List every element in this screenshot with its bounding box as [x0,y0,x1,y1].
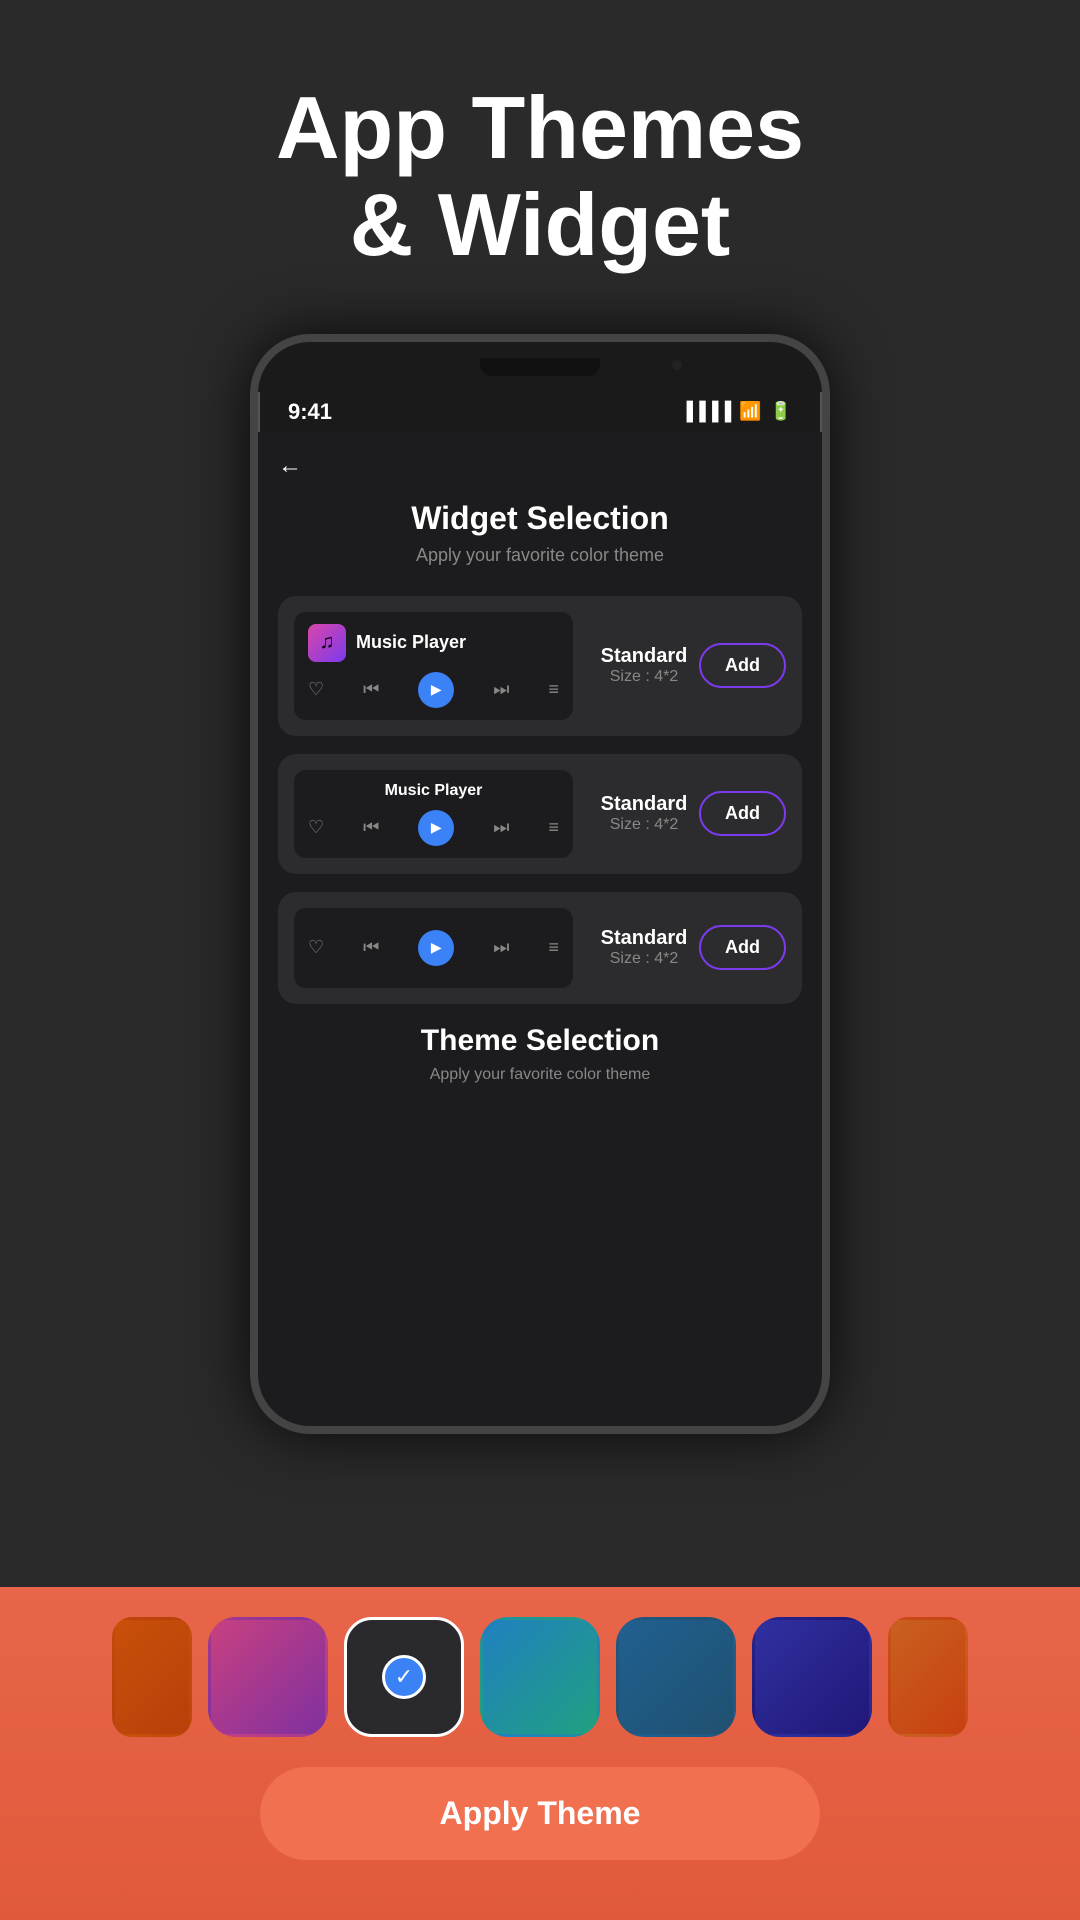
next-icon[interactable]: ⏭ [493,679,509,700]
wifi-icon: 📶 [739,401,761,422]
widget-card-1: ♫ Music Player ♡ ⏮ ▶ ⏭ ≡ Standard Size :… [278,596,802,736]
theme-swatch-5[interactable] [616,1617,736,1737]
widget-1-size-label: Size : 4*2 [589,668,699,686]
theme-swatch-2[interactable] [208,1617,328,1737]
widget-card-2: Music Player ♡ ⏮ ▶ ⏭ ≡ Standard Size : 4… [278,754,802,874]
phone-screen-content: ← Widget Selection Apply your favorite c… [258,432,822,1426]
phone-frame: 9:41 ▐▐▐▐ 📶 🔋 ← Widget Selection Apply y… [250,334,830,1434]
widget-2-title: Music Player [308,782,559,800]
status-bar: 9:41 ▐▐▐▐ 📶 🔋 [258,392,822,432]
queue-icon-2[interactable]: ≡ [548,817,559,838]
theme-swatch-6[interactable] [752,1617,872,1737]
widget-2-info: Standard Size : 4*2 [589,793,699,834]
next-icon-3[interactable]: ⏭ [493,937,509,958]
back-button[interactable]: ← [278,452,318,480]
widget-1-info: Standard Size : 4*2 [589,645,699,686]
widget-preview-3: ♡ ⏮ ▶ ⏭ ≡ [294,908,573,988]
theme-title: Theme Selection [278,1024,802,1058]
widget-preview-2: Music Player ♡ ⏮ ▶ ⏭ ≡ [294,770,573,858]
theme-swatches: ✓ [20,1617,1060,1737]
theme-swatch-4[interactable] [480,1617,600,1737]
widget-top-row-1: ♫ Music Player [308,624,559,662]
widget-1-size-name: Standard [589,645,699,668]
phone-notch [258,342,822,392]
add-widget-3-button[interactable]: Add [699,925,786,970]
queue-icon-3[interactable]: ≡ [548,937,559,958]
header-section: App Themes & Widget [0,0,1080,314]
volume-down-button [250,672,254,752]
theme-section-title: Theme Selection [278,1024,802,1058]
next-icon-2[interactable]: ⏭ [493,817,509,838]
widget-3-size-label: Size : 4*2 [589,950,699,968]
widget-3-size-name: Standard [589,927,699,950]
heart-icon-2[interactable]: ♡ [308,817,324,838]
widget-3-info: Standard Size : 4*2 [589,927,699,968]
status-time: 9:41 [288,399,332,425]
page-title: Widget Selection [278,500,802,537]
prev-icon[interactable]: ⏮ [363,679,379,700]
swatch-selected-check: ✓ [382,1655,426,1699]
theme-swatch-3[interactable]: ✓ [344,1617,464,1737]
play-button-3[interactable]: ▶ [418,930,454,966]
widget-2-size-name: Standard [589,793,699,816]
front-camera [672,360,682,370]
battery-icon: 🔋 [770,401,792,422]
music-app-icon: ♫ [308,624,346,662]
play-button-2[interactable]: ▶ [418,810,454,846]
widget-card-3: ♡ ⏮ ▶ ⏭ ≡ Standard Size : 4*2 Add [278,892,802,1004]
prev-icon-2[interactable]: ⏮ [363,817,379,838]
phone-mockup: 9:41 ▐▐▐▐ 📶 🔋 ← Widget Selection Apply y… [0,334,1080,1434]
volume-up-button [250,572,254,652]
mute-button [250,502,254,552]
play-button-1[interactable]: ▶ [418,672,454,708]
power-button [826,542,830,622]
prev-icon-3[interactable]: ⏮ [363,937,379,958]
theme-swatch-1[interactable] [112,1617,192,1737]
apply-theme-button[interactable]: Apply Theme [260,1767,820,1860]
widget-preview-1: ♫ Music Player ♡ ⏮ ▶ ⏭ ≡ [294,612,573,720]
queue-icon[interactable]: ≡ [548,679,559,700]
bottom-section: ✓ Apply Theme [0,1587,1080,1920]
header-title: App Themes & Widget [0,80,1080,274]
notch-bar [480,358,600,376]
theme-subtitle: Apply your favorite color theme [278,1066,802,1084]
theme-swatch-7[interactable] [888,1617,968,1737]
page-subtitle: Apply your favorite color theme [278,545,802,566]
signal-icon: ▐▐▐▐ [680,401,731,422]
widget-2-controls: ♡ ⏮ ▶ ⏭ ≡ [308,810,559,846]
widget-2-size-label: Size : 4*2 [589,816,699,834]
widget-1-controls: ♡ ⏮ ▶ ⏭ ≡ [308,672,559,708]
widget-1-title: Music Player [356,632,466,653]
heart-icon-3[interactable]: ♡ [308,937,324,958]
heart-icon[interactable]: ♡ [308,679,324,700]
widget-3-controls: ♡ ⏮ ▶ ⏭ ≡ [308,920,559,976]
add-widget-1-button[interactable]: Add [699,643,786,688]
status-icons: ▐▐▐▐ 📶 🔋 [680,401,792,422]
page-title-container: Widget Selection [278,500,802,537]
add-widget-2-button[interactable]: Add [699,791,786,836]
